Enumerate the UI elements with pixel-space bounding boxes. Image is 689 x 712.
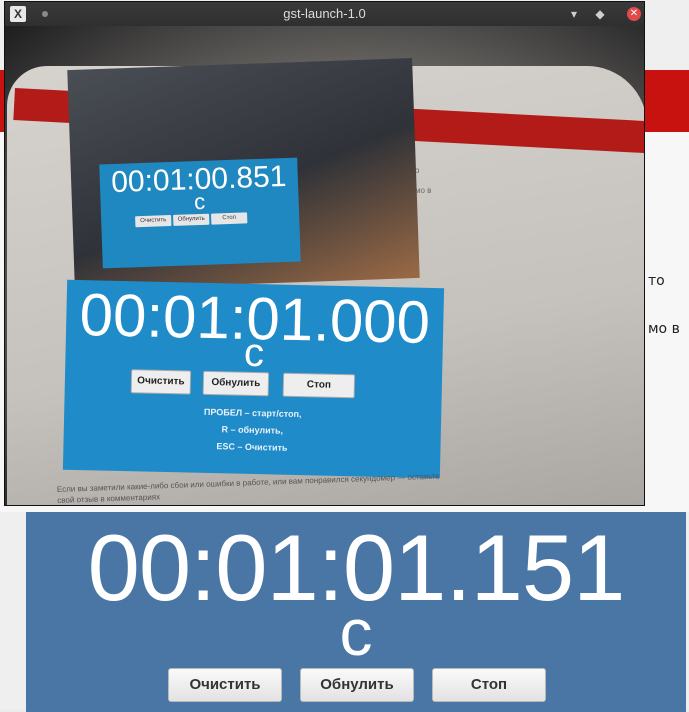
feed-hint-line: ESC – Очистить xyxy=(216,441,288,453)
feed-text-fragment: мо в xyxy=(415,186,432,195)
feed-stop-button: Стоп xyxy=(282,372,356,399)
feed-clear-button: Очистить xyxy=(130,369,192,395)
stop-button[interactable]: Стоп xyxy=(432,668,546,702)
camera-feed: о мо в 00:01:00.851 с Очистить Обнулить … xyxy=(5,26,644,505)
maximize-icon[interactable]: ◆ xyxy=(591,2,609,26)
feed-reset-button: Обнулить xyxy=(202,370,270,397)
gst-launch-window: X gst-launch-1.0 ▾ ◆ ✕ о мо в 00:01:00.8… xyxy=(4,1,645,506)
feed-inner-clear-button: Очистить xyxy=(135,215,172,228)
page-text-fragment: мо в xyxy=(648,321,680,337)
window-title: gst-launch-1.0 xyxy=(283,6,366,21)
feed-stopwatch: 00:01:01.000 с Очистить Обнулить Стоп ПР… xyxy=(62,279,445,479)
feed-inner-reset-button: Обнулить xyxy=(173,213,210,226)
feed-hint-line: R – обнулить, xyxy=(221,424,284,436)
feed-hint-line: ПРОБЕЛ – старт/стоп, xyxy=(203,406,302,420)
minimize-icon[interactable]: ▾ xyxy=(565,2,583,26)
page-text-fragment: то xyxy=(648,273,665,289)
close-icon[interactable]: ✕ xyxy=(627,7,641,21)
feed-inner-stopwatch: 00:01:00.851 с Очистить Обнулить Стоп xyxy=(99,157,301,269)
window-titlebar[interactable]: X gst-launch-1.0 ▾ ◆ ✕ xyxy=(5,2,644,26)
clear-button[interactable]: Очистить xyxy=(168,668,282,702)
reset-button[interactable]: Обнулить xyxy=(300,668,414,702)
stopwatch-unit: с xyxy=(339,595,373,669)
feed-inner-stop-button: Стоп xyxy=(211,212,248,225)
stopwatch-panel: 00:01:01.151 с Очистить Обнулить Стоп xyxy=(26,512,686,712)
